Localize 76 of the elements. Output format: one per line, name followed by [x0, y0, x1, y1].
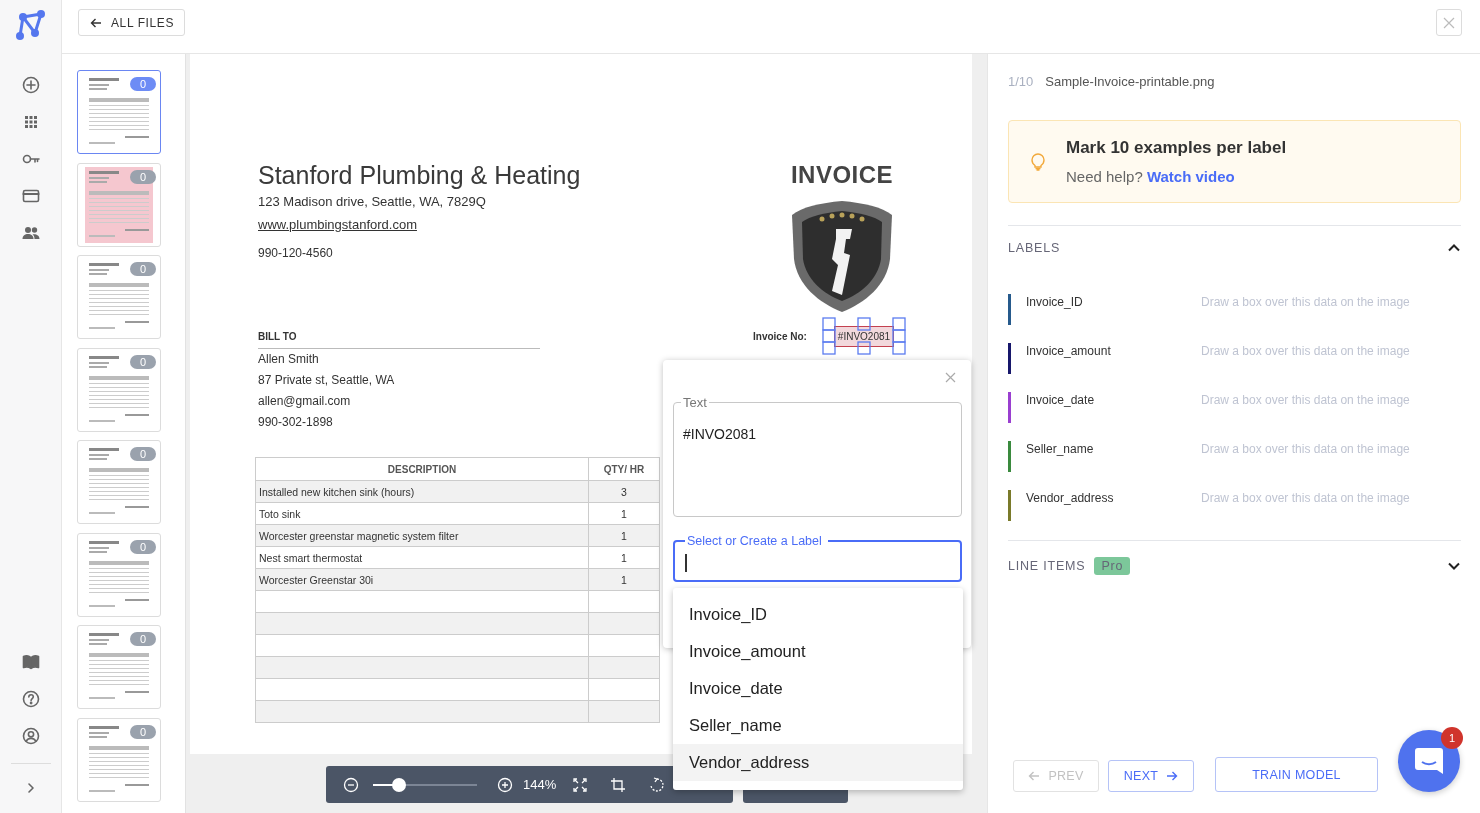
zoom-in-icon[interactable] — [497, 776, 513, 793]
slider-thumb[interactable] — [392, 777, 406, 792]
zoom-reading: 144% — [523, 777, 557, 792]
arrow-left-icon — [90, 16, 102, 29]
table-cell: 1 — [588, 502, 660, 525]
label-name[interactable]: Vendor_address — [1026, 490, 1201, 521]
crop-icon[interactable] — [610, 776, 627, 793]
label-hint: Draw a box over this data on the image — [1201, 343, 1410, 360]
bill-to-line: allen@gmail.com — [258, 393, 351, 410]
arrow-right-icon — [1166, 770, 1179, 782]
label-name[interactable]: Invoice_date — [1026, 392, 1201, 423]
label-hint: Draw a box over this data on the image — [1201, 392, 1410, 409]
chat-icon — [1414, 747, 1444, 775]
table-cell: Installed new kitchen sink (hours) — [255, 480, 589, 503]
chat-button[interactable]: 1 — [1398, 730, 1460, 792]
dropdown-option[interactable]: Invoice_ID — [673, 596, 963, 633]
section-heading: LINE ITEMS — [1008, 559, 1086, 573]
table-cell: Worcester Greenstar 30i — [255, 568, 589, 591]
bill-to-heading: BILL TO — [258, 331, 540, 349]
bill-to-line: 87 Private st, Seattle, WA — [258, 372, 395, 389]
next-button[interactable]: NEXT — [1108, 760, 1194, 792]
watch-video-link[interactable]: Watch video — [1146, 167, 1235, 185]
tip-title: Mark 10 examples per label — [1066, 136, 1287, 159]
logo-icon[interactable] — [14, 9, 47, 41]
column-header: DESCRIPTION — [255, 457, 589, 481]
label-input-field[interactable]: Select or Create a Label — [673, 534, 962, 582]
label-name[interactable]: Seller_name — [1026, 441, 1201, 472]
table-cell: Toto sink — [255, 502, 589, 525]
dropdown-option[interactable]: Invoice_amount — [673, 633, 963, 670]
label-hint: Draw a box over this data on the image — [1201, 441, 1410, 458]
table-cell: Worcester greenstar magnetic system filter — [255, 524, 589, 547]
people-icon[interactable] — [21, 224, 40, 242]
fullscreen-icon[interactable] — [573, 777, 588, 792]
book-icon[interactable] — [21, 653, 40, 671]
text-area-field[interactable]: Text #INVO2081 — [673, 395, 962, 517]
label-name[interactable]: Invoice_amount — [1026, 343, 1201, 374]
invoice-number-label: Invoice No: — [753, 330, 808, 342]
section-heading: LABELS — [1008, 241, 1061, 255]
invoice-title: INVOICE — [790, 160, 894, 190]
card-icon[interactable] — [21, 187, 40, 205]
arrow-left-icon — [1028, 770, 1041, 782]
count-badge: 0 — [130, 632, 156, 646]
bill-to-line: Allen Smith — [258, 351, 319, 368]
zoom-slider[interactable] — [373, 777, 477, 792]
company-phone: 990-120-4560 — [258, 245, 334, 261]
website-link[interactable]: www.plumbingstanford.com — [258, 217, 417, 233]
train-model-button[interactable]: TRAIN MODEL — [1215, 757, 1378, 792]
label-hint: Draw a box over this data on the image — [1201, 294, 1410, 311]
user-icon[interactable] — [21, 727, 40, 745]
resize-handles-drawing[interactable] — [822, 317, 906, 355]
help-text: Need help? Watch video — [1066, 166, 1236, 187]
file-name: Sample-Invoice-printable.png — [1045, 74, 1215, 90]
label-hint: Draw a box over this data on the image — [1201, 490, 1410, 507]
help-icon[interactable] — [21, 690, 40, 708]
count-badge: 0 — [130, 447, 156, 461]
notification-badge: 1 — [1441, 727, 1463, 749]
label-name[interactable]: Invoice_ID — [1026, 294, 1201, 325]
table-cell: Nest smart thermostat — [255, 546, 589, 569]
add-icon[interactable] — [21, 76, 40, 94]
count-badge: 0 — [130, 77, 156, 91]
lightbulb-icon — [1031, 152, 1045, 171]
bill-to-line: 990-302-1898 — [258, 414, 333, 431]
table-cell: 1 — [588, 546, 660, 569]
close-icon — [1443, 16, 1455, 29]
column-header: QTY/ HR — [588, 457, 660, 481]
dropdown-option[interactable]: Invoice_date — [673, 670, 963, 707]
file-counter: 1/10 — [1008, 74, 1034, 90]
rotate-icon[interactable] — [649, 776, 666, 793]
dropdown-option[interactable]: Vendor_address — [673, 744, 963, 781]
count-badge: 0 — [130, 262, 156, 276]
company-name: Stanford Plumbing & Heating — [258, 160, 582, 190]
company-address: 123 Madison drive, Seattle, WA, 7829Q — [258, 194, 487, 210]
dropdown-option[interactable]: Seller_name — [673, 707, 963, 744]
pro-badge: Pro — [1094, 557, 1131, 575]
all-files-button[interactable]: ALL FILES — [78, 9, 185, 36]
zoom-out-icon[interactable] — [343, 776, 359, 793]
